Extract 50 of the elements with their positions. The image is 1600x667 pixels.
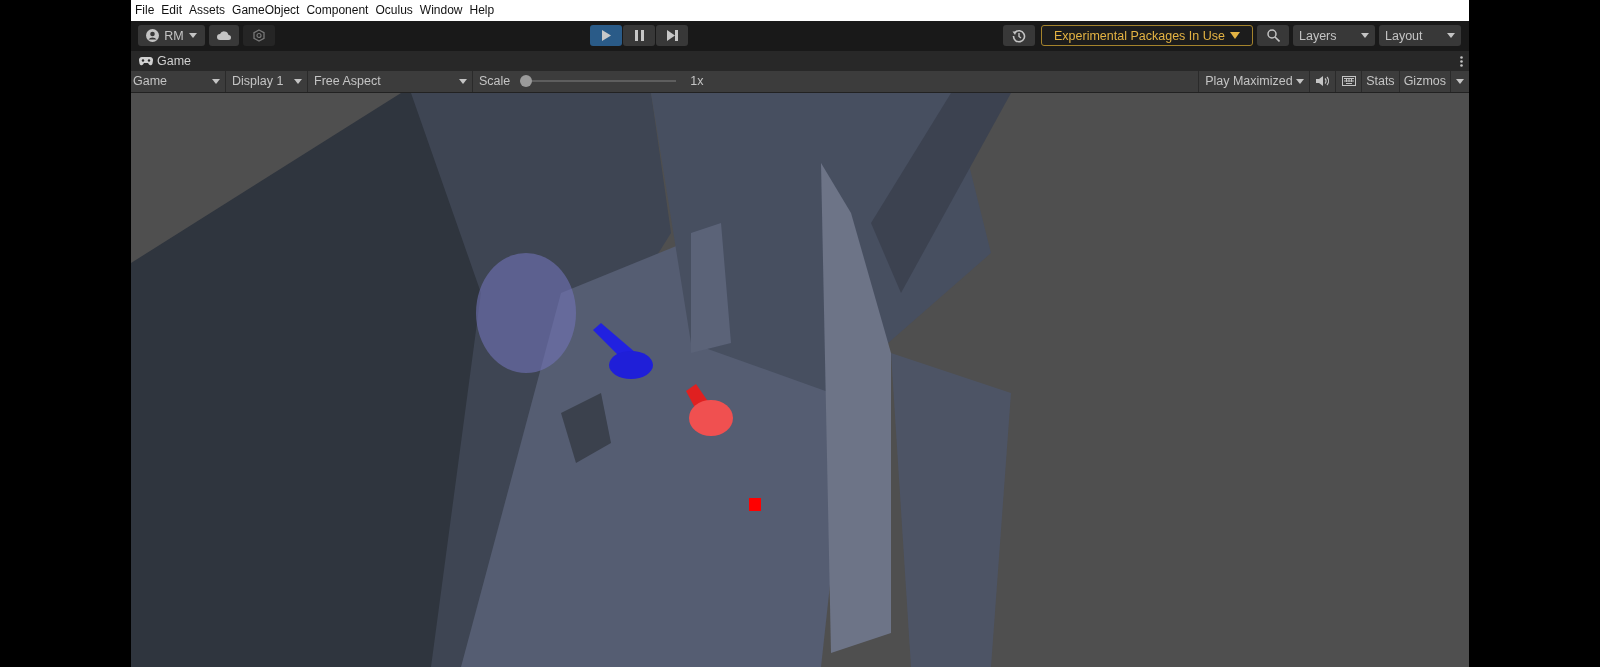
menu-item[interactable]: Component — [306, 3, 369, 18]
menu-item[interactable]: Help — [469, 3, 495, 18]
play-icon — [601, 30, 611, 42]
scale-label: Scale — [479, 74, 511, 89]
caret-icon — [1229, 32, 1240, 40]
history-icon — [1012, 29, 1026, 43]
caret-icon — [294, 79, 302, 84]
menu-item[interactable]: File — [135, 3, 155, 18]
menu-item[interactable]: Edit — [161, 3, 183, 18]
menu-item[interactable]: Assets — [189, 3, 226, 18]
hexagon-icon — [253, 29, 265, 43]
game-tab[interactable]: Game — [139, 54, 192, 69]
speaker-icon — [1316, 76, 1330, 87]
play-mode-dropdown[interactable]: Play Maximized — [1198, 71, 1311, 92]
caret-icon — [212, 79, 220, 84]
search-icon — [1266, 29, 1280, 43]
caret-icon — [188, 33, 197, 39]
caret-icon — [1361, 33, 1369, 39]
scale-reading: 1x — [690, 74, 704, 89]
cloud-button[interactable] — [209, 25, 239, 47]
menu-item[interactable]: Oculus — [375, 3, 413, 18]
step-icon — [666, 30, 678, 42]
caret-icon — [1456, 79, 1464, 84]
history-button[interactable] — [1003, 25, 1035, 47]
aspect-dropdown[interactable]: Free Aspect — [308, 71, 473, 92]
display-dropdown[interactable]: Display 1 — [226, 71, 308, 92]
caret-icon — [1447, 33, 1455, 39]
play-button[interactable] — [590, 25, 622, 47]
pause-icon — [634, 30, 644, 42]
caret-icon — [1296, 79, 1305, 84]
menu-item[interactable]: Window — [419, 3, 463, 18]
step-button[interactable] — [656, 25, 688, 47]
collab-button[interactable] — [243, 25, 275, 47]
toolbar-dropdown[interactable]: Layout — [1379, 25, 1461, 47]
caret-icon — [459, 79, 467, 84]
gamepad-icon — [139, 56, 153, 66]
pause-button[interactable] — [623, 25, 655, 47]
toolbar-dropdown[interactable]: Layers — [1293, 25, 1375, 47]
stats-button[interactable]: Stats — [1362, 71, 1400, 92]
cloud-icon — [216, 31, 232, 41]
packages-warning-dropdown[interactable]: Experimental Packages In Use — [1041, 25, 1253, 47]
user-icon — [146, 29, 160, 43]
more-options-icon[interactable] — [1460, 55, 1463, 67]
slider-thumb[interactable] — [520, 75, 533, 88]
menu-item[interactable]: GameObject — [232, 3, 300, 18]
keyboard-icon — [1341, 76, 1356, 87]
search-button[interactable] — [1257, 25, 1289, 47]
view-dropdown[interactable]: Game — [131, 71, 226, 92]
account-dropdown[interactable]: RM — [138, 25, 205, 47]
gizmos-button[interactable]: Gizmos — [1399, 71, 1451, 92]
